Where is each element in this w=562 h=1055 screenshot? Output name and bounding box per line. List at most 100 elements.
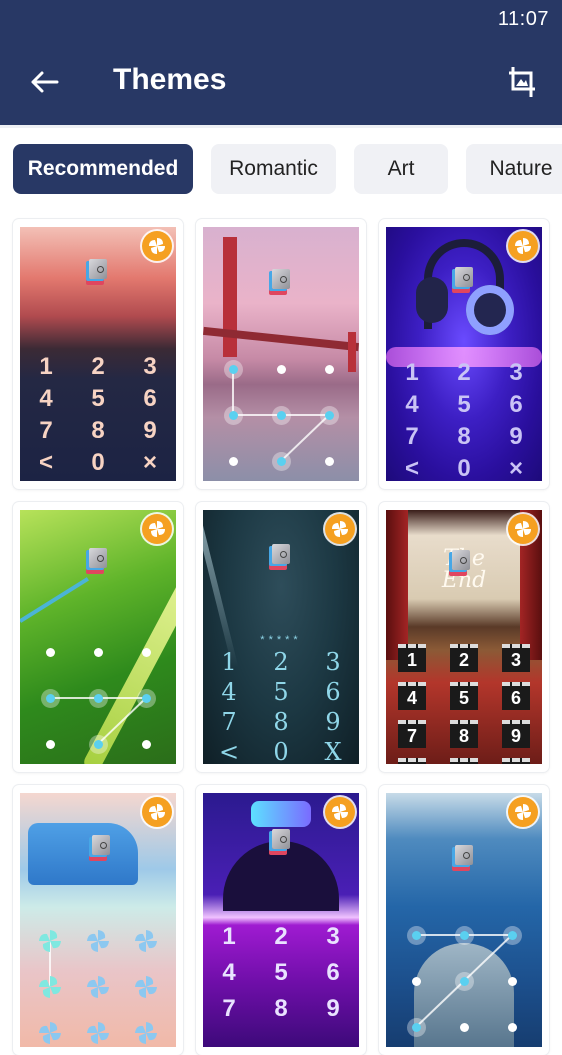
crop-image-button[interactable] <box>502 62 542 102</box>
pin-key: 5 <box>274 959 288 986</box>
pattern-dot <box>324 410 334 420</box>
theme-thumbnail <box>386 793 542 1047</box>
pin-key: 4 <box>221 678 237 706</box>
pin-key: 9 <box>325 708 341 736</box>
app-bar-divider <box>0 125 562 128</box>
pin-key: 2 <box>91 353 105 380</box>
status-clock: 11:07 <box>497 8 549 30</box>
tab-nature[interactable]: Nature <box>466 144 562 194</box>
premium-badge <box>142 514 172 544</box>
tab-recommended[interactable]: Recommended <box>13 144 193 194</box>
pin-key: 4 <box>39 385 53 412</box>
app-bar: 11:07 Themes <box>0 0 562 125</box>
pin-key: 8 <box>450 720 478 748</box>
pattern-dot <box>507 976 517 986</box>
premium-badge <box>508 514 538 544</box>
pattern-dot <box>459 976 469 986</box>
pinwheel-icon <box>149 238 165 254</box>
pattern-dot <box>141 647 151 657</box>
pin-key: 3 <box>502 644 530 672</box>
theme-thumbnail: 1 2 3 4 5 6 7 8 9 <0 × <box>20 227 176 481</box>
theme-thumbnail <box>20 510 176 764</box>
premium-badge <box>508 231 538 261</box>
pattern-dot <box>324 364 334 374</box>
pin-key: 3 <box>325 648 341 676</box>
back-button[interactable] <box>24 64 64 100</box>
pin-key: 1 <box>398 644 426 672</box>
premium-badge <box>508 797 538 827</box>
pin-dots: ***** <box>260 634 302 646</box>
pattern-line <box>50 697 98 699</box>
theme-card[interactable] <box>13 502 183 772</box>
pattern-dot <box>93 739 103 749</box>
pin-key: × <box>142 449 157 476</box>
pin-key: × <box>508 455 523 481</box>
app-vault-icon <box>455 267 473 287</box>
pin-key: 6 <box>325 678 341 706</box>
pattern-lock <box>20 510 176 764</box>
headphone-cup <box>416 277 448 323</box>
pattern-line <box>463 934 513 982</box>
pin-key: < <box>38 449 53 476</box>
pin-key: 8 <box>91 417 105 444</box>
pin-key: 7 <box>405 423 419 450</box>
pattern-line <box>98 697 146 699</box>
pin-key: 2 <box>274 923 288 950</box>
pin-key: 8 <box>457 423 471 450</box>
curtain-left <box>386 510 408 660</box>
tab-romantic[interactable]: Romantic <box>211 144 336 194</box>
theme-thumbnail: ***** 1 2 3 4 5 6 7 8 9 <0 X <box>203 510 359 764</box>
pin-key: 3 <box>143 353 157 380</box>
pattern-dot <box>411 1022 421 1032</box>
app-vault-icon <box>272 829 290 849</box>
headphone-cup <box>466 285 514 335</box>
pin-keypad: 1 2 3 4 5 6 7 8 9 <0 × <box>20 355 176 475</box>
app-vault-icon <box>272 544 290 564</box>
pin-key: 0 <box>450 758 478 764</box>
premium-badge <box>325 514 355 544</box>
theme-card[interactable] <box>196 219 366 489</box>
pin-keypad: 1 2 3 4 5 6 7 8 9 <0 X <box>203 650 359 764</box>
theme-card[interactable] <box>13 785 183 1055</box>
pin-key: 1 <box>222 923 236 950</box>
page-title: Themes <box>113 63 227 96</box>
pin-keypad: 1 2 3 4 5 6 7 8 9 <0 × <box>386 361 542 481</box>
pinwheel-icon <box>332 521 348 537</box>
status-bar: 11:07 <box>0 0 562 40</box>
pattern-dot <box>459 930 469 940</box>
pin-key: 7 <box>222 995 236 1022</box>
pattern-dot <box>507 930 517 940</box>
pin-key: 2 <box>457 359 471 386</box>
theme-card[interactable]: ***** 1 2 3 4 5 6 7 8 9 <0 X <box>196 502 366 772</box>
pattern-dot <box>276 410 286 420</box>
pattern-line <box>281 414 329 416</box>
theme-card[interactable]: 1 2 3 4 5 6 7 8 9 <0 × <box>13 219 183 489</box>
crop-image-icon <box>509 67 535 97</box>
app-vault-icon <box>452 550 470 570</box>
pattern-lock <box>386 793 542 1047</box>
pin-key: 3 <box>509 359 523 386</box>
pattern-dot <box>228 456 238 466</box>
pin-key: 9 <box>502 720 530 748</box>
pinwheel-icon <box>515 521 531 537</box>
theme-thumbnail: TheEnd 123456789<0x <box>386 510 542 764</box>
pinwheel-node-icon <box>134 1021 158 1045</box>
pin-key: 6 <box>143 385 157 412</box>
theme-card[interactable]: TheEnd 123456789<0x <box>379 502 549 772</box>
pinwheel-node-icon <box>38 975 62 999</box>
pinwheel-icon <box>149 804 165 820</box>
tab-art[interactable]: Art <box>354 144 448 194</box>
pin-key: 1 <box>221 648 237 676</box>
pattern-dot <box>141 739 151 749</box>
pin-key: 4 <box>405 391 419 418</box>
pin-key: 7 <box>398 720 426 748</box>
pattern-dot <box>45 647 55 657</box>
theme-card[interactable]: 1 2 3 4 5 6 7 8 9 <0 × <box>379 219 549 489</box>
theme-card[interactable]: 1 2 3 4 5 6 7 8 9 <box>196 785 366 1055</box>
pin-keypad: 1 2 3 4 5 6 7 8 9 <box>203 925 359 1021</box>
pattern-line <box>415 980 465 1028</box>
pattern-dot <box>411 930 421 940</box>
pin-key: 1 <box>405 359 419 386</box>
theme-card[interactable] <box>379 785 549 1055</box>
arrow-left-icon <box>31 71 59 93</box>
